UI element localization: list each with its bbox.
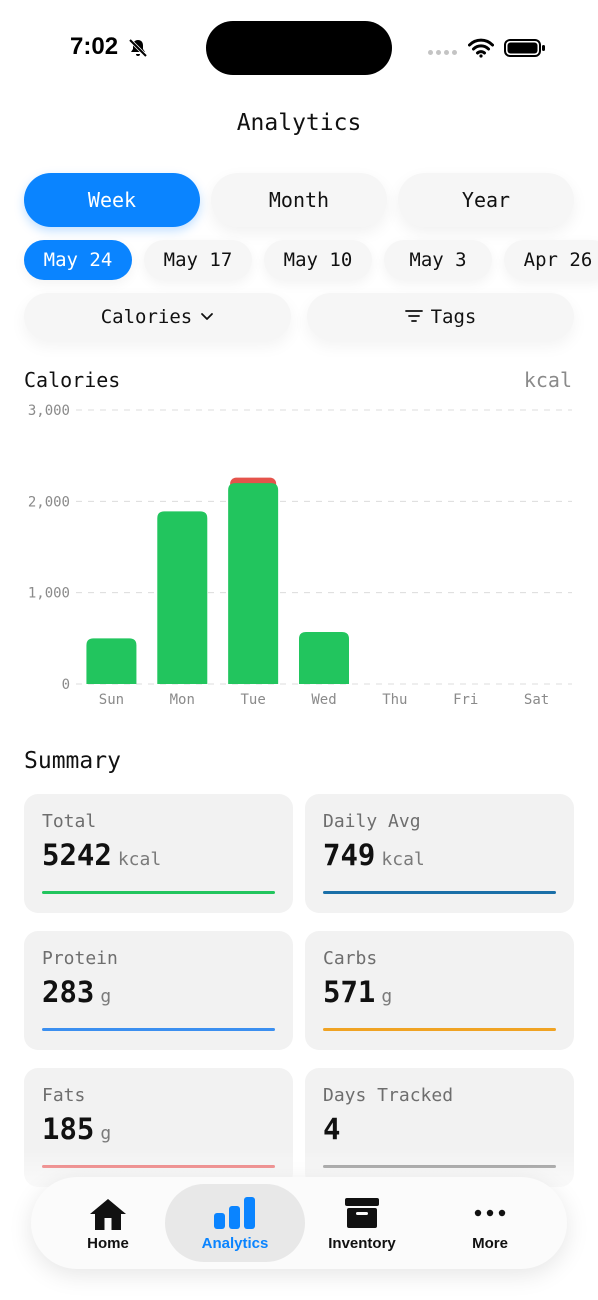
x-tick-label: Thu [382,692,407,708]
card-label: Days Tracked [323,1085,454,1106]
summary-card-carbs: Carbs 571 g [305,931,574,1050]
card-label: Fats [42,1085,86,1106]
card-value: 5242 kcal [42,838,161,872]
tab-bar: Home Analytics Inventory More [31,1177,567,1269]
x-tick-label: Sat [524,692,549,708]
card-value: 571 g [323,975,392,1009]
page-title: Analytics [236,110,362,136]
calories-bar-chart: 0 1,000 2,000 3,000 Sun Mon Tue Wed Thu Fri Sat [28,403,572,708]
tab-home-label: Home [87,1235,129,1252]
card-value-number: 4 [323,1112,341,1146]
card-value: 4 [323,1112,346,1146]
bell-slash-icon [128,38,148,62]
tab-week[interactable]: Week [24,173,200,227]
signal-dots-icon [428,50,457,55]
card-label: Protein [42,948,118,969]
dynamic-island [206,21,392,75]
card-value-number: 185 [42,1112,95,1146]
y-tick-label: 2,000 [28,494,70,510]
card-value-number: 5242 [42,838,112,872]
week-chip-may-24[interactable]: May 24 [24,240,132,280]
tags-button[interactable]: Tags [307,293,574,340]
metric-dropdown[interactable]: Calories [24,293,291,340]
card-unit: kcal [117,849,162,870]
bar-chart-icon [213,1196,257,1234]
card-accent-bar [42,891,275,894]
summary-card-total: Total 5242 kcal [24,794,293,913]
summary-title: Summary [24,748,121,774]
card-label: Carbs [323,948,378,969]
card-value: 283 g [42,975,111,1009]
tab-analytics-label: Analytics [201,1235,269,1252]
card-accent-bar [323,891,556,894]
card-accent-bar [42,1028,275,1031]
filter-lines-icon [404,306,423,328]
card-unit: g [100,1123,112,1144]
week-chip-may-10[interactable]: May 10 [264,240,372,280]
status-bar: 7:02 [0,0,598,96]
house-icon [88,1196,128,1236]
tab-more[interactable]: More [420,1184,560,1262]
bar [157,511,208,684]
bar [299,631,349,684]
card-unit: g [100,986,112,1007]
x-tick-label: Fri [453,692,478,708]
summary-card-daily-avg: Daily Avg 749 kcal [305,794,574,913]
wifi-icon [468,38,494,62]
chart-unit: kcal [523,368,572,392]
card-value-number: 283 [42,975,95,1009]
tab-year[interactable]: Year [398,173,574,227]
summary-card-protein: Protein 283 g [24,931,293,1050]
week-selector: May 24 May 17 May 10 May 3 Apr 26 [24,240,598,280]
y-tick-label: 3,000 [28,403,70,419]
tab-home[interactable]: Home [38,1184,178,1262]
card-unit: g [381,986,393,1007]
tab-month[interactable]: Month [211,173,387,227]
card-value-number: 749 [323,838,376,872]
x-tick-label: Sun [99,692,124,708]
x-tick-label: Mon [170,692,195,708]
y-tick-label: 1,000 [28,586,70,602]
bar [228,483,279,684]
x-tick-label: Tue [240,692,265,708]
battery-icon [504,38,546,62]
archive-box-icon [344,1196,380,1234]
week-chip-may-17[interactable]: May 17 [144,240,252,280]
week-chip-may-3[interactable]: May 3 [384,240,492,280]
tab-inventory[interactable]: Inventory [292,1184,432,1262]
tab-inventory-label: Inventory [328,1235,396,1252]
card-value: 749 kcal [323,838,425,872]
week-chip-apr-26[interactable]: Apr 26 [504,240,598,280]
tab-more-label: More [472,1235,508,1252]
ellipsis-icon [472,1196,508,1234]
metric-dropdown-label: Calories [100,305,193,328]
x-tick-label: Wed [311,692,336,708]
card-value-number: 571 [323,975,376,1009]
y-tick-label: 0 [62,677,70,693]
card-value: 185 g [42,1112,111,1146]
chevron-down-icon [200,306,214,328]
tags-button-label: Tags [430,305,477,328]
bar [86,638,137,684]
card-label: Total [42,811,97,832]
tab-analytics[interactable]: Analytics [165,1184,305,1262]
card-label: Daily Avg [323,811,421,832]
status-time: 7:02 [70,33,119,60]
chart-title: Calories [24,368,121,392]
card-accent-bar [323,1028,556,1031]
card-unit: kcal [381,849,425,870]
